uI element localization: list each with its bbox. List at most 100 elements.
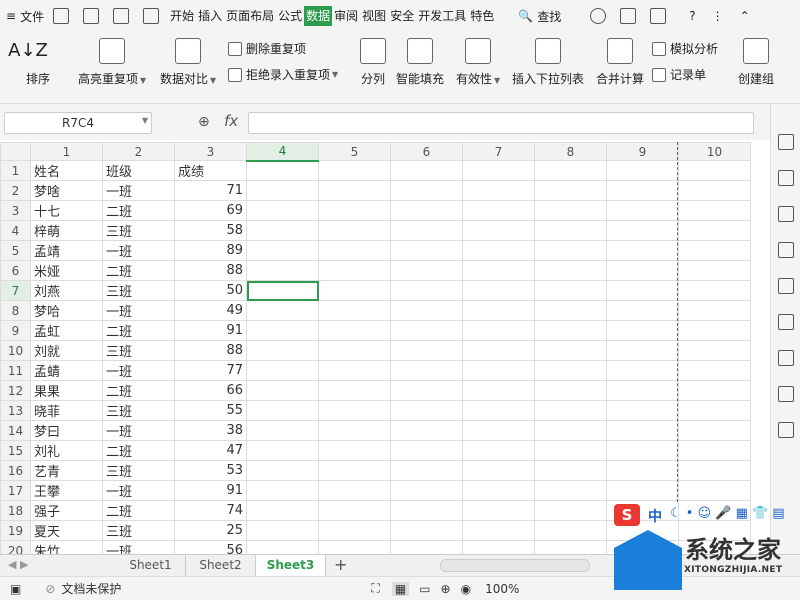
cell[interactable] (318, 300, 391, 321)
sheet-tab-1[interactable]: Sheet1 (116, 555, 186, 576)
cell[interactable] (246, 440, 319, 461)
protect-status[interactable]: 文档未保护 (61, 580, 121, 597)
cell[interactable]: 89 (174, 240, 247, 261)
tab-1[interactable]: 插入 (196, 6, 224, 26)
cell[interactable]: 朱竹 (30, 540, 103, 554)
cell[interactable] (678, 360, 751, 381)
cell[interactable] (606, 180, 679, 201)
cell[interactable] (534, 460, 607, 481)
cell[interactable] (606, 340, 679, 361)
row-header[interactable]: 19 (0, 520, 31, 541)
tab-9[interactable]: 特色 (468, 6, 496, 26)
column-header[interactable]: 1 (30, 142, 103, 161)
cell[interactable] (246, 460, 319, 481)
cell[interactable] (606, 240, 679, 261)
tab-4[interactable]: 数据 (304, 6, 333, 26)
row-header[interactable]: 3 (0, 200, 31, 221)
row-header[interactable]: 11 (0, 360, 31, 381)
cell[interactable] (246, 360, 319, 381)
cell[interactable] (678, 380, 751, 401)
horizontal-scrollbar[interactable] (440, 559, 590, 572)
cell[interactable] (246, 200, 319, 221)
cell[interactable]: 三班 (102, 520, 175, 541)
cell[interactable] (534, 200, 607, 221)
sheet-nav-icon[interactable]: ◀ ▶ (8, 558, 28, 571)
column-header[interactable]: 9 (606, 142, 679, 161)
cell[interactable] (534, 280, 607, 301)
tab-7[interactable]: 安全 (388, 6, 416, 26)
cell[interactable]: 梦曰 (30, 420, 103, 441)
cell[interactable]: 孟蜻 (30, 360, 103, 381)
layout-icon[interactable] (777, 278, 794, 294)
column-header[interactable]: 3 (174, 142, 247, 161)
cell[interactable]: 一班 (102, 240, 175, 261)
cell[interactable]: 米娅 (30, 260, 103, 281)
cell[interactable]: 姓名 (30, 160, 103, 181)
cell[interactable] (246, 540, 319, 554)
cell[interactable]: 艺青 (30, 460, 103, 481)
cell[interactable] (606, 320, 679, 341)
cell[interactable] (318, 280, 391, 301)
cell[interactable]: 一班 (102, 180, 175, 201)
cell[interactable] (606, 160, 679, 181)
cell[interactable]: 刘就 (30, 340, 103, 361)
cell[interactable]: 强子 (30, 500, 103, 521)
style-icon[interactable] (777, 206, 794, 222)
cell[interactable] (390, 300, 463, 321)
cell[interactable]: 71 (174, 180, 247, 201)
cell[interactable]: 25 (174, 520, 247, 541)
search-icon[interactable]: 🔍 (516, 0, 535, 32)
cell[interactable]: 50 (174, 280, 247, 301)
row-header[interactable]: 5 (0, 240, 31, 261)
row-header[interactable]: 18 (0, 500, 31, 521)
cell[interactable]: 二班 (102, 440, 175, 461)
export-side-icon[interactable] (777, 422, 794, 438)
cell[interactable]: 二班 (102, 380, 175, 401)
cell[interactable] (318, 240, 391, 261)
cursor-icon[interactable] (777, 134, 794, 150)
cell[interactable]: 晓菲 (30, 400, 103, 421)
normal-view-icon[interactable]: ▦ (391, 581, 410, 596)
column-header[interactable]: 5 (318, 142, 391, 161)
cell[interactable]: 二班 (102, 260, 175, 281)
cell[interactable] (678, 240, 751, 261)
cell[interactable] (534, 400, 607, 421)
cell[interactable] (246, 300, 319, 321)
cell[interactable]: 孟靖 (30, 240, 103, 261)
cell[interactable] (534, 440, 607, 461)
cell[interactable]: 十七 (30, 200, 103, 221)
file-menu[interactable]: 文件 (18, 0, 46, 32)
table-icon[interactable] (777, 242, 794, 258)
shape-icon[interactable] (777, 170, 794, 186)
cell[interactable] (390, 320, 463, 341)
cell[interactable] (606, 460, 679, 481)
cell[interactable] (246, 240, 319, 261)
name-box[interactable]: R7C4 (4, 112, 152, 134)
cell[interactable]: 47 (174, 440, 247, 461)
column-header[interactable]: 2 (102, 142, 175, 161)
cell[interactable] (318, 260, 391, 281)
row-header[interactable]: 12 (0, 380, 31, 401)
cell[interactable]: 91 (174, 480, 247, 501)
cell[interactable]: 66 (174, 380, 247, 401)
cell[interactable]: 74 (174, 500, 247, 521)
compare-button[interactable]: 数据对比 ▼ (160, 38, 216, 87)
cell[interactable]: 梦啥 (30, 180, 103, 201)
tab-0[interactable]: 开始 (168, 6, 196, 26)
cell[interactable] (462, 180, 535, 201)
menu-icon[interactable]: ≡ (0, 0, 18, 32)
cell[interactable]: 53 (174, 460, 247, 481)
cell[interactable] (390, 340, 463, 361)
cell[interactable] (534, 540, 607, 554)
tab-2[interactable]: 页面布局 (224, 6, 276, 26)
highlight-dup-button[interactable]: 高亮重复项 ▼ (78, 38, 146, 87)
sort-group[interactable]: A↓Z 排序 (6, 38, 50, 87)
row-header[interactable]: 15 (0, 440, 31, 461)
merge-calc-button[interactable]: 合并计算 (596, 38, 644, 87)
column-header[interactable]: 8 (534, 142, 607, 161)
cell[interactable] (390, 360, 463, 381)
cell[interactable] (534, 180, 607, 201)
cell[interactable]: 班级 (102, 160, 175, 181)
tab-5[interactable]: 审阅 (332, 6, 360, 26)
more-icon[interactable]: ⋮ (710, 0, 726, 32)
